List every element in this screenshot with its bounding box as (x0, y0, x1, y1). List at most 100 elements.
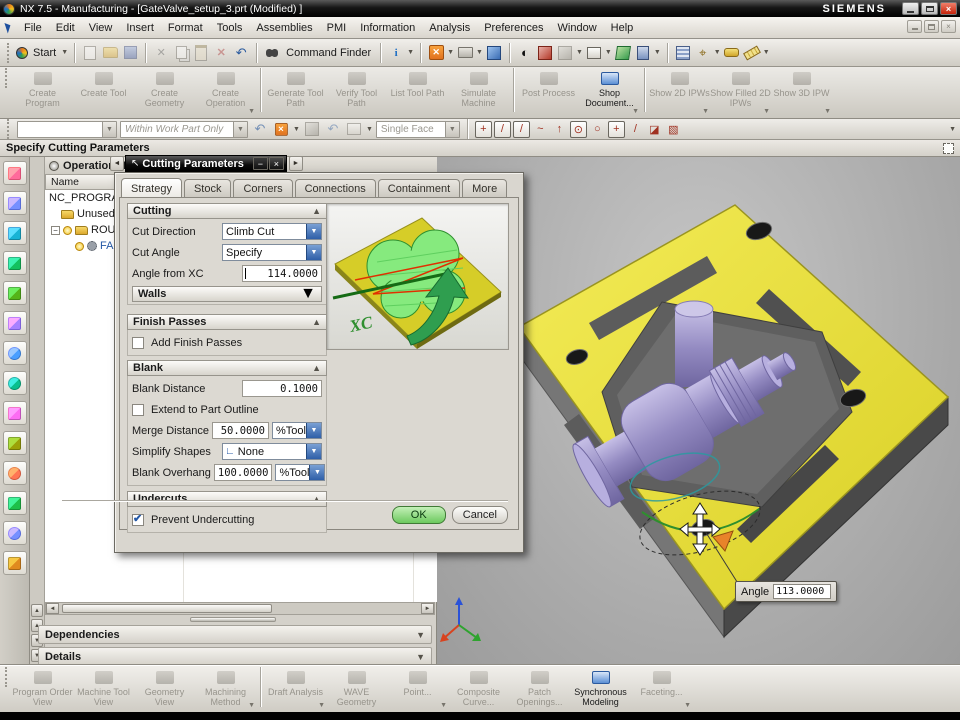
dependencies-panel-bar[interactable]: Dependencies ▼ (38, 625, 432, 644)
chevron-down-icon[interactable]: ▼ (447, 49, 454, 56)
dialog-tab[interactable]: Strategy (121, 178, 182, 197)
quadrant-point-icon[interactable]: ↑ (551, 121, 568, 138)
print-icon[interactable] (456, 44, 474, 62)
document-minimize-button[interactable] (907, 20, 922, 33)
end-point-icon[interactable]: / (494, 121, 511, 138)
chevron-down-icon[interactable]: ▼ (407, 49, 414, 56)
system-scenes-icon[interactable] (3, 521, 27, 545)
undo-icon[interactable] (232, 44, 250, 62)
assembly-navigator-icon[interactable] (3, 161, 27, 185)
point-on-face-icon[interactable]: ◪ (646, 121, 663, 138)
dialog-tab[interactable]: More (462, 179, 507, 197)
undercuts-group-header[interactable]: Undercuts▲ (127, 491, 327, 507)
scroll-left-icon[interactable]: ◄ (46, 603, 59, 614)
angle-input-tooltip[interactable]: Angle 113.0000 (735, 581, 837, 602)
window-close-button[interactable]: × (940, 2, 957, 15)
angle-from-xc-field[interactable]: 114.0000 (242, 265, 322, 282)
reuse-library-icon[interactable] (3, 311, 27, 335)
pin-icon[interactable] (49, 161, 59, 171)
part-navigator-icon[interactable] (3, 221, 27, 245)
fit-view-icon[interactable] (427, 44, 445, 62)
menu-item[interactable]: Window (551, 20, 604, 36)
simplify-shapes-select[interactable]: ∟ None ▼ (222, 443, 322, 460)
shaded-view-icon[interactable] (485, 44, 503, 62)
toolbar-grip[interactable] (5, 667, 9, 687)
hd3d-tools-icon[interactable] (3, 341, 27, 365)
orient-view-icon[interactable] (614, 44, 632, 62)
menu-item[interactable]: File (17, 20, 49, 36)
walls-subgroup-bar[interactable]: Walls ▼ (132, 286, 322, 302)
arc-center-icon[interactable]: ⊙ (570, 121, 587, 138)
internet-browser-icon[interactable] (3, 371, 27, 395)
scroll-top-icon[interactable]: ▲ (31, 604, 43, 617)
angle-value-field[interactable]: 113.0000 (773, 584, 831, 599)
operation-navigator-icon[interactable] (3, 251, 27, 275)
existing-point-icon[interactable]: + (608, 121, 625, 138)
cutting-group-header[interactable]: Cutting▲ (127, 203, 327, 219)
document-close-button[interactable]: × (941, 20, 956, 33)
ribbon-button[interactable]: Shop Document... ▼ (579, 68, 640, 117)
toolbar-overflow-icon[interactable]: ▼ (949, 126, 956, 133)
circle-center-icon[interactable]: ○ (589, 121, 606, 138)
bottom-toolbar-button[interactable]: Synchronous Modeling (570, 667, 631, 711)
information-icon[interactable] (387, 44, 405, 62)
start-menu-button[interactable]: Start (30, 47, 59, 59)
cut-angle-select[interactable]: Specify ▼ (222, 244, 322, 261)
toolbar-grip[interactable] (7, 119, 11, 139)
collapse-icon[interactable]: − (51, 226, 60, 235)
document-restore-button[interactable] (924, 20, 939, 33)
chevron-down-icon[interactable]: ▼ (416, 630, 425, 640)
dialog-tab[interactable]: Connections (295, 179, 376, 197)
extend-to-part-outline-checkbox[interactable] (132, 404, 144, 416)
menu-item[interactable]: Information (353, 20, 422, 36)
scroll-right-icon[interactable]: ► (421, 603, 434, 614)
menu-item[interactable]: Analysis (422, 20, 477, 36)
prevent-undercutting-checkbox[interactable] (132, 514, 144, 526)
dialog-back-button[interactable]: ◄ (110, 156, 124, 171)
blank-overhang-unit-select[interactable]: %Tool ▼ (275, 464, 325, 481)
chevron-down-icon[interactable]: ▼ (476, 49, 483, 56)
blank-overhang-field[interactable]: 100.0000 (214, 464, 273, 481)
finish-passes-group-header[interactable]: Finish Passes▲ (127, 314, 327, 330)
highlight-selection-icon[interactable] (273, 121, 288, 136)
bounded-plane-icon[interactable]: ▧ (665, 121, 682, 138)
mid-point-icon[interactable]: / (513, 121, 530, 138)
menu-item[interactable]: PMI (320, 20, 354, 36)
dialog-close-button[interactable]: × (269, 157, 284, 170)
details-panel-bar[interactable]: Details ▼ (38, 647, 432, 666)
menu-item[interactable]: Tools (210, 20, 250, 36)
blank-distance-field[interactable]: 0.1000 (242, 380, 322, 397)
reset-filter-icon[interactable] (251, 120, 269, 138)
merge-distance-unit-select[interactable]: %Tool ▼ (272, 422, 322, 439)
dialog-tab[interactable]: Stock (184, 179, 232, 197)
scrollbar-thumb[interactable] (62, 604, 272, 613)
menu-item[interactable]: Preferences (477, 20, 550, 36)
panel-splitter-handle[interactable] (190, 617, 276, 622)
chevron-down-icon[interactable]: ▼ (416, 652, 425, 662)
toolbar-grip[interactable] (7, 43, 11, 63)
merge-distance-field[interactable]: 50.0000 (212, 422, 269, 439)
roles-icon[interactable] (3, 551, 27, 575)
command-finder-button[interactable]: Command Finder (283, 47, 374, 59)
window-maximize-button[interactable] (921, 2, 938, 15)
window-display-icon[interactable] (585, 44, 603, 62)
window-minimize-button[interactable] (902, 2, 919, 15)
machine-tool-navigator-icon[interactable] (3, 281, 27, 305)
history-palette-icon[interactable] (3, 401, 27, 425)
web-browser-icon[interactable] (3, 491, 27, 515)
dialog-titlebar[interactable]: ◄ ↖ Cutting Parameters − × ► (110, 155, 304, 172)
datum-csys-icon[interactable] (694, 44, 712, 62)
cancel-button[interactable]: Cancel (452, 506, 508, 524)
navigator-vertical-scrollbar[interactable]: ▲ ▲ ▼ ▼ (30, 157, 45, 665)
display-contrast-icon[interactable] (516, 44, 534, 62)
dialog-minimize-button[interactable]: − (253, 157, 268, 170)
process-studio-icon[interactable] (3, 431, 27, 455)
constraint-navigator-icon[interactable] (3, 191, 27, 215)
ok-button[interactable]: OK (392, 506, 446, 524)
menu-item[interactable]: Format (161, 20, 210, 36)
measure-icon[interactable] (743, 44, 761, 62)
command-finder-icon[interactable] (263, 44, 281, 62)
dialog-tab[interactable]: Containment (378, 179, 460, 197)
show-hide-icon[interactable] (723, 44, 741, 62)
blank-group-header[interactable]: Blank▲ (127, 360, 327, 376)
